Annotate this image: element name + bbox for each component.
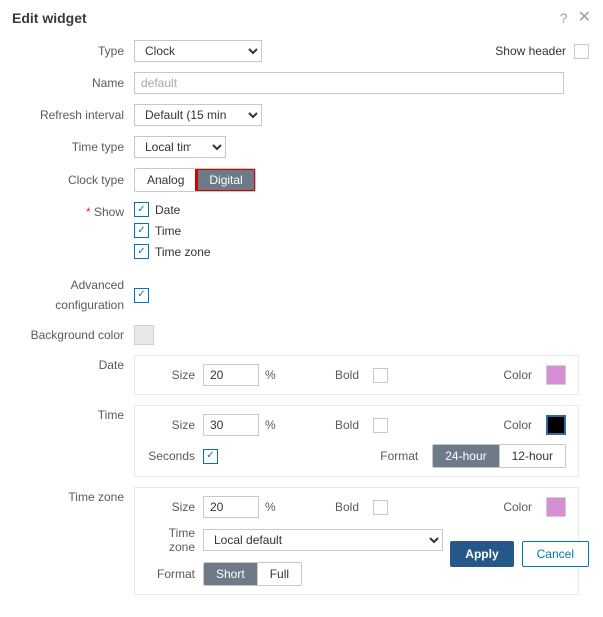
- label-type: Type: [14, 41, 134, 61]
- tz-bold-label: Bold: [323, 500, 367, 514]
- time-size-input[interactable]: [203, 414, 259, 436]
- time-size-label: Size: [147, 418, 203, 432]
- time-seconds-label: Seconds: [147, 449, 203, 463]
- date-color-swatch[interactable]: [546, 365, 566, 385]
- time-format-24[interactable]: 24-hour: [433, 445, 499, 467]
- date-bold-label: Bold: [323, 368, 367, 382]
- help-icon[interactable]: ?: [560, 11, 568, 25]
- date-size-input[interactable]: [203, 364, 259, 386]
- clocktype-analog[interactable]: Analog: [135, 169, 197, 191]
- time-bold-label: Bold: [323, 418, 367, 432]
- tz-format-full[interactable]: Full: [258, 563, 301, 585]
- tz-size-input[interactable]: [203, 496, 259, 518]
- label-refresh: Refresh interval: [14, 105, 134, 125]
- show-date-label: Date: [155, 203, 180, 217]
- tz-select[interactable]: Local default: [203, 529, 443, 551]
- label-name: Name: [14, 73, 134, 93]
- show-header-checkbox[interactable]: [574, 44, 589, 59]
- show-timezone-checkbox[interactable]: ✓: [134, 244, 149, 259]
- time-format-toggle: 24-hour 12-hour: [432, 444, 566, 468]
- time-bold-checkbox[interactable]: [373, 418, 388, 433]
- time-color-label: Color: [500, 418, 540, 432]
- label-timetype: Time type: [14, 137, 134, 157]
- time-size-unit: %: [265, 418, 276, 432]
- clocktype-toggle: Analog Digital: [134, 168, 256, 192]
- show-date-checkbox[interactable]: ✓: [134, 202, 149, 217]
- form: Type Clock Show header Name Refresh inte…: [0, 36, 603, 617]
- apply-button[interactable]: Apply: [450, 541, 513, 567]
- show-time-checkbox[interactable]: ✓: [134, 223, 149, 238]
- tz-size-label: Size: [147, 500, 203, 514]
- show-timezone-label: Time zone: [155, 245, 211, 259]
- label-time-section: Time: [14, 405, 134, 425]
- footer: Apply Cancel: [450, 541, 589, 567]
- refresh-select[interactable]: Default (15 minutes): [134, 104, 262, 126]
- label-show-header: Show header: [495, 44, 566, 58]
- time-color-swatch[interactable]: [546, 415, 566, 435]
- label-advanced: Advanced configuration: [14, 275, 134, 315]
- tz-color-label: Color: [500, 500, 540, 514]
- label-bgcolor: Background color: [14, 325, 134, 345]
- date-size-unit: %: [265, 368, 276, 382]
- clocktype-digital[interactable]: Digital: [197, 169, 254, 191]
- time-format-label: Format: [376, 449, 426, 463]
- show-time-label: Time: [155, 224, 181, 238]
- type-select[interactable]: Clock: [134, 40, 262, 62]
- date-panel: Size % Bold Color: [134, 355, 579, 395]
- label-date-section: Date: [14, 355, 134, 375]
- time-panel: Size % Bold Color Seconds ✓: [134, 405, 579, 477]
- time-format-12[interactable]: 12-hour: [500, 445, 565, 467]
- advanced-checkbox[interactable]: ✓: [134, 288, 149, 303]
- tz-size-unit: %: [265, 500, 276, 514]
- label-clocktype: Clock type: [14, 170, 134, 190]
- date-size-label: Size: [147, 368, 203, 382]
- tz-format-toggle: Short Full: [203, 562, 302, 586]
- tz-tz-label: Time zone: [147, 526, 203, 554]
- cancel-button[interactable]: Cancel: [522, 541, 589, 567]
- date-bold-checkbox[interactable]: [373, 368, 388, 383]
- time-seconds-checkbox[interactable]: ✓: [203, 449, 218, 464]
- tz-bold-checkbox[interactable]: [373, 500, 388, 515]
- label-show: Show: [14, 202, 134, 222]
- dialog-title: Edit widget: [12, 10, 550, 26]
- tz-format-short[interactable]: Short: [204, 563, 258, 585]
- close-icon[interactable]: ✕: [578, 10, 591, 26]
- date-color-label: Color: [500, 368, 540, 382]
- tz-color-swatch[interactable]: [546, 497, 566, 517]
- label-tz-section: Time zone: [14, 487, 134, 507]
- bgcolor-swatch[interactable]: [134, 325, 154, 345]
- timetype-select[interactable]: Local time: [134, 136, 226, 158]
- dialog-titlebar: Edit widget ? ✕: [0, 0, 603, 36]
- name-input[interactable]: [134, 72, 564, 94]
